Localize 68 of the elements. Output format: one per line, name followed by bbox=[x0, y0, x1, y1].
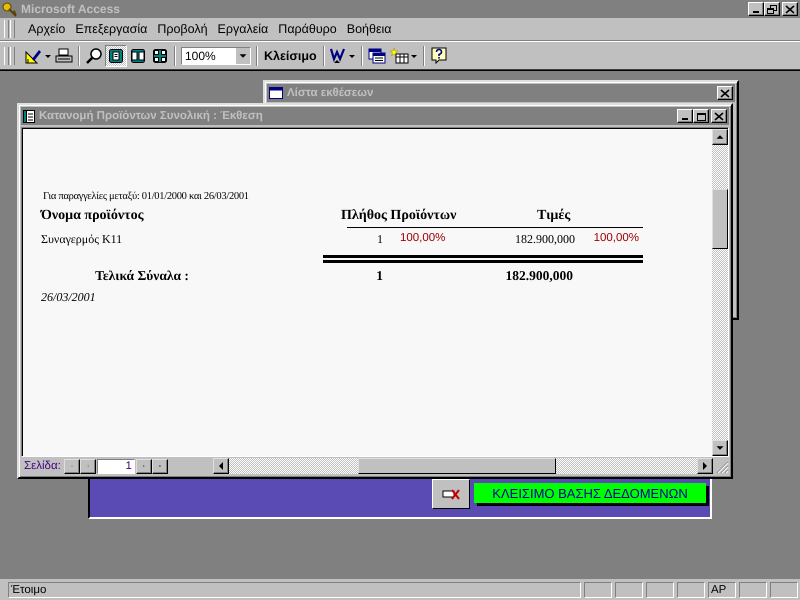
minimize-button[interactable] bbox=[748, 2, 764, 16]
form-icon bbox=[269, 87, 283, 99]
scroll-thumb[interactable] bbox=[712, 189, 728, 249]
minimize-button[interactable] bbox=[677, 109, 693, 123]
magnifier-icon bbox=[85, 46, 103, 64]
report-date: 26/03/2001 bbox=[41, 290, 97, 305]
printer-icon bbox=[55, 48, 73, 64]
status-panel bbox=[677, 582, 705, 598]
status-panel bbox=[739, 582, 767, 598]
close-button[interactable] bbox=[717, 86, 733, 100]
close-button[interactable] bbox=[782, 2, 798, 16]
column-header: Τιμές bbox=[536, 208, 572, 224]
page-label: Σελίδα: bbox=[24, 460, 61, 472]
restore-button[interactable] bbox=[764, 2, 780, 16]
zoom-combo[interactable]: 100% bbox=[181, 46, 251, 64]
key-icon bbox=[2, 2, 18, 16]
close-icon bbox=[720, 88, 730, 98]
close-preview-button[interactable]: Κλείσιμο bbox=[261, 44, 320, 66]
price-value: 182.900,000 bbox=[514, 232, 575, 247]
window-title: Λίστα εκθέσεων bbox=[287, 87, 374, 99]
right-arrow-icon bbox=[701, 462, 709, 470]
status-panel bbox=[770, 582, 798, 598]
quantity-value: 1 bbox=[376, 232, 383, 247]
column-header: Πλήθος Προϊόντων bbox=[341, 208, 458, 224]
left-arrow-icon bbox=[217, 462, 225, 470]
menu-item[interactable]: Επεξεργασία bbox=[70, 20, 152, 38]
column-header: Όνομα προϊόντος bbox=[41, 208, 145, 224]
previous-page-button[interactable] bbox=[80, 458, 96, 474]
total-price: 182.900,000 bbox=[504, 268, 574, 284]
last-page-button[interactable] bbox=[152, 458, 168, 474]
one-page-button[interactable] bbox=[105, 44, 127, 66]
status-indicator: ΑΡ bbox=[708, 582, 736, 598]
close-button[interactable] bbox=[711, 109, 727, 123]
status-message: Έτοιμο bbox=[8, 582, 581, 598]
report-subtitle: Για παραγγελίες μεταξύ: 01/01/2000 και 26/03/2001 bbox=[43, 191, 250, 202]
minimize-icon bbox=[753, 11, 759, 13]
menu-item[interactable]: Παράθυρο bbox=[273, 20, 342, 38]
report-icon bbox=[23, 110, 35, 122]
vertical-scrollbar[interactable] bbox=[712, 129, 728, 456]
menu-item[interactable]: Αρχείο bbox=[23, 20, 70, 38]
status-panel bbox=[646, 582, 674, 598]
help-icon bbox=[430, 47, 447, 64]
maximize-icon bbox=[696, 112, 706, 120]
total-quantity: 1 bbox=[375, 268, 383, 284]
status-panel bbox=[584, 582, 612, 598]
restore-icon bbox=[767, 4, 777, 14]
close-database-button[interactable]: ΚΛΕΙΣΙΜΟ ΒΑΣΗΣ ΔΕΔΟΜΕΝΩΝ bbox=[474, 483, 706, 503]
totals-label: Τελικά Σύναλα : bbox=[94, 268, 190, 284]
quantity-percent: 100,00% bbox=[399, 232, 446, 246]
menu-item[interactable]: Εργαλεία bbox=[212, 20, 274, 38]
close-icon bbox=[785, 4, 795, 14]
minimize-icon bbox=[682, 118, 688, 120]
product-name: Συναγερμός Κ11 bbox=[41, 232, 124, 247]
page-number-field[interactable]: 1 bbox=[96, 458, 135, 474]
first-page-button[interactable] bbox=[64, 458, 80, 474]
scroll-thumb[interactable] bbox=[358, 458, 556, 474]
next-page-button[interactable] bbox=[136, 458, 152, 474]
status-panel bbox=[615, 582, 643, 598]
delete-icon bbox=[442, 488, 460, 500]
close-database-icon-button[interactable] bbox=[432, 479, 470, 509]
horizontal-scrollbar[interactable] bbox=[213, 458, 713, 474]
window-title: Κατανομή Προϊόντων Συνολική : Έκθεση bbox=[39, 110, 264, 122]
maximize-button[interactable] bbox=[693, 109, 709, 123]
close-icon bbox=[714, 112, 724, 120]
app-title: Microsoft Access bbox=[21, 2, 121, 16]
menu-item[interactable]: Βοήθεια bbox=[342, 20, 397, 38]
price-percent: 100,00% bbox=[592, 232, 639, 246]
menu-item[interactable]: Προβολή bbox=[152, 20, 213, 38]
